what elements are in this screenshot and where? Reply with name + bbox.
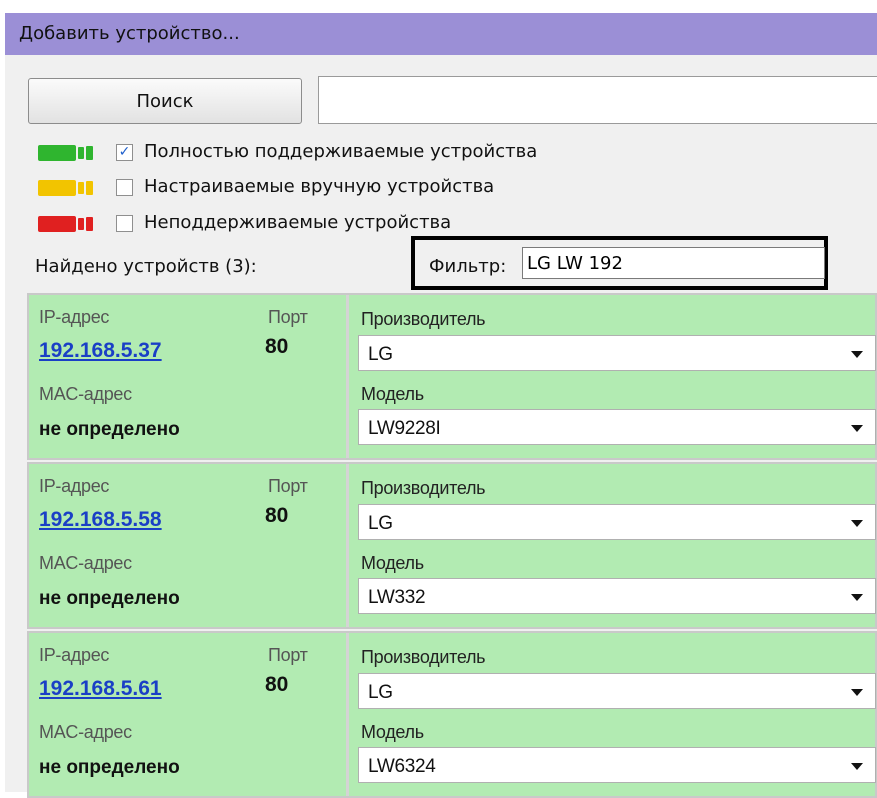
window-title: Добавить устройство... [19,23,240,44]
dropdown-arrow-icon [851,425,863,432]
port-value: 80 [265,504,289,527]
vendor-label: Производитель [361,478,486,498]
vendor-label: Производитель [361,309,486,329]
vendor-value: LG [368,344,393,365]
dropdown-arrow-icon [851,763,863,770]
model-select[interactable]: LW332 [358,578,876,614]
found-count-label: Найдено устройств (3): [35,256,257,277]
red-plug-icon [38,216,94,232]
legend-supported: ✓ Полностью поддерживаемые устройства [38,141,638,165]
port-label: Порт [268,476,308,496]
vendor-label: Производитель [361,647,486,667]
legend-supported-label: Полностью поддерживаемые устройства [144,141,538,162]
vendor-select[interactable]: LG [358,335,876,371]
model-label: Модель [361,722,424,742]
green-plug-icon [38,145,94,161]
model-label: Модель [361,384,424,404]
mac-label: MAC-адрес [39,553,132,573]
ip-link[interactable]: 192.168.5.58 [39,508,162,532]
vendor-value: LG [368,682,393,703]
manual-checkbox[interactable] [116,179,133,196]
legend-unsupported-label: Неподдерживаемые устройства [144,212,452,233]
device-card: IP-адрес Порт 192.168.5.58 80 MAC-адрес … [27,462,877,629]
legend-manual: Настраиваемые вручную устройства [38,176,638,200]
dropdown-arrow-icon [851,351,863,358]
window-titlebar: Добавить устройство... [5,13,877,56]
ip-label: IP-адрес [39,476,110,496]
mac-value: не определено [39,419,180,440]
port-value: 80 [265,335,289,358]
model-label: Модель [361,553,424,573]
legend-manual-label: Настраиваемые вручную устройства [144,176,495,197]
vendor-select[interactable]: LG [358,673,876,709]
mac-label: MAC-адрес [39,384,132,404]
port-label: Порт [268,645,308,665]
ip-link[interactable]: 192.168.5.61 [39,677,162,701]
dropdown-arrow-icon [851,689,863,696]
model-select[interactable]: LW9228I [358,409,876,445]
mac-value: не определено [39,757,180,778]
supported-checkbox[interactable]: ✓ [116,144,133,161]
legend-unsupported: Неподдерживаемые устройства [38,212,638,236]
dropdown-arrow-icon [851,594,863,601]
search-button[interactable]: Поиск [28,78,302,124]
model-select[interactable]: LW6324 [358,747,876,783]
model-value: LW332 [368,587,426,608]
card-divider [346,295,349,458]
ip-label: IP-адрес [39,645,110,665]
model-value: LW6324 [368,756,436,777]
card-divider [346,633,349,796]
filter-label: Фильтр: [429,256,507,277]
search-progress-field [318,76,877,124]
ip-label: IP-адрес [39,307,110,327]
ip-link[interactable]: 192.168.5.37 [39,339,162,363]
dropdown-arrow-icon [851,520,863,527]
device-card: IP-адрес Порт 192.168.5.61 80 MAC-адрес … [27,631,877,798]
filter-input[interactable] [522,247,825,279]
vendor-select[interactable]: LG [358,504,876,540]
port-label: Порт [268,307,308,327]
port-value: 80 [265,673,289,696]
unsupported-checkbox[interactable] [116,215,133,232]
mac-label: MAC-адрес [39,722,132,742]
model-value: LW9228I [368,418,441,439]
card-divider [346,464,349,627]
vendor-value: LG [368,513,393,534]
device-card: IP-адрес Порт 192.168.5.37 80 MAC-адрес … [27,293,877,460]
mac-value: не определено [39,588,180,609]
yellow-plug-icon [38,180,94,196]
